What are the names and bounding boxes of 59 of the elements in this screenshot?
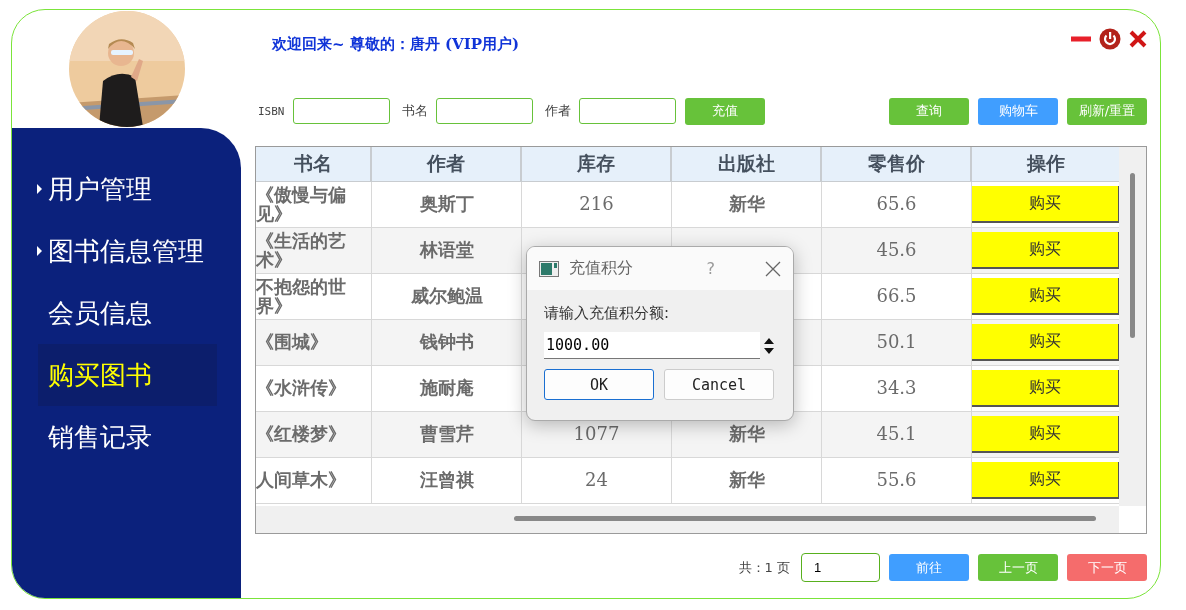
buy-button[interactable]: 购买 xyxy=(972,232,1119,269)
table-cell: 216 xyxy=(522,182,672,227)
column-header[interactable]: 书名 xyxy=(256,147,372,182)
table-cell: 《水浒传》 xyxy=(256,366,372,411)
scrollbar-thumb[interactable] xyxy=(514,516,1096,521)
table-cell: 钱钟书 xyxy=(372,320,522,365)
sidebar-item[interactable]: 购买图书 xyxy=(38,344,217,406)
page-field[interactable]: 1 xyxy=(801,553,880,582)
scrollbar-thumb[interactable] xyxy=(1130,173,1135,338)
field-label: 作者 xyxy=(544,102,571,120)
column-header[interactable]: 操作 xyxy=(972,147,1119,182)
dialog-button[interactable]: Cancel xyxy=(664,369,774,400)
field-label: ISBN xyxy=(258,104,285,118)
column-header[interactable]: 作者 xyxy=(372,147,522,182)
table-cell: 24 xyxy=(522,458,672,503)
sidebar-item[interactable]: 销售记录 xyxy=(38,406,217,468)
table-cell: 曹雪芹 xyxy=(372,412,522,457)
table-cell: 《红楼梦》 xyxy=(256,412,372,457)
welcome-text: 欢迎回来~ 尊敬的：唐丹 (VIP用户) xyxy=(272,35,520,54)
minimize-icon[interactable] xyxy=(1071,36,1091,42)
search-field[interactable] xyxy=(435,98,533,124)
number-field[interactable]: 1000.00 xyxy=(544,332,760,359)
table-cell: 《傲慢与偏见》 xyxy=(256,182,372,227)
table-cell: 人间草木》 xyxy=(256,458,372,503)
table-cell: 奥斯丁 xyxy=(372,182,522,227)
page-count: 共：1 页 xyxy=(738,558,790,577)
sidebar-item[interactable]: 图书信息管理 xyxy=(38,220,217,282)
window-icon xyxy=(539,260,559,277)
prompt-text: 请输入充值积分额: xyxy=(544,304,671,323)
dialog-title: 充值积分 xyxy=(569,258,634,279)
table-cell: 林语堂 xyxy=(372,228,522,273)
buy-button[interactable]: 购买 xyxy=(972,324,1119,361)
column-header[interactable]: 零售价 xyxy=(822,147,972,182)
power-icon[interactable] xyxy=(1099,28,1121,50)
buy-button[interactable]: 购买 xyxy=(972,186,1119,223)
search-field[interactable] xyxy=(578,98,676,124)
table-cell: 汪曾祺 xyxy=(372,458,522,503)
buy-button[interactable]: 购买 xyxy=(972,370,1119,407)
close-icon[interactable] xyxy=(1129,30,1147,48)
table-cell: 施耐庵 xyxy=(372,366,522,411)
table-cell: 威尔鲍温 xyxy=(372,274,522,319)
expand-arrow-icon xyxy=(37,246,42,256)
expand-arrow-icon xyxy=(37,184,42,194)
sidebar-item[interactable]: 用户管理 xyxy=(38,158,217,220)
search-field[interactable] xyxy=(292,98,390,124)
table-cell: 不抱怨的世界》 xyxy=(256,274,372,319)
buy-button[interactable]: 购买 xyxy=(972,416,1119,453)
dialog-button[interactable]: OK xyxy=(544,369,654,400)
table-cell: 新华 xyxy=(672,182,822,227)
table-cell: 《生活的艺术》 xyxy=(256,228,372,273)
column-header[interactable]: 库存 xyxy=(522,147,672,182)
buy-button[interactable]: 购买 xyxy=(972,278,1119,315)
close-icon[interactable] xyxy=(765,260,781,277)
table-cell: 新华 xyxy=(672,458,822,503)
column-header[interactable]: 出版社 xyxy=(672,147,822,182)
field-label: 书名 xyxy=(401,102,428,120)
buy-button[interactable]: 购买 xyxy=(972,462,1119,499)
table-cell: 《围城》 xyxy=(256,320,372,365)
sidebar-item[interactable]: 会员信息 xyxy=(38,282,217,344)
